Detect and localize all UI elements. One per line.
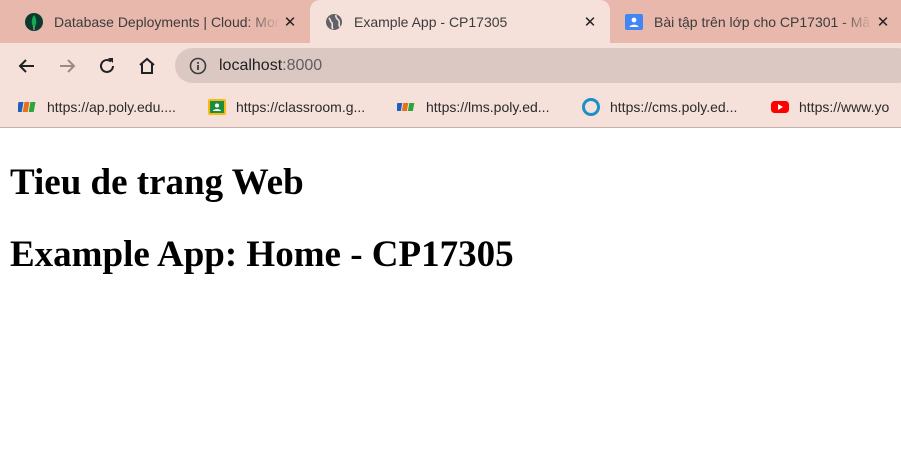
bookmarks-bar: https://ap.poly.edu.... https://classroo… bbox=[0, 88, 901, 128]
tab-title: Bài tập trên lớp cho CP17301 - Mã bbox=[654, 13, 871, 30]
browser-chrome: Database Deployments | Cloud: MongoDB Cl… bbox=[0, 0, 901, 128]
close-icon[interactable]: ✕ bbox=[580, 12, 600, 32]
forward-button[interactable] bbox=[52, 51, 82, 81]
circle-icon bbox=[581, 98, 601, 116]
fpt-icon bbox=[18, 98, 38, 116]
youtube-icon bbox=[770, 98, 790, 116]
bookmark-youtube[interactable]: https://www.yo bbox=[770, 96, 889, 118]
page-content: Tieu de trang Web Example App: Home - CP… bbox=[0, 129, 901, 453]
tab-title: Example App - CP17305 bbox=[354, 13, 508, 30]
tab-database-deployments[interactable]: Database Deployments | Cloud: MongoDB Cl… bbox=[0, 0, 310, 43]
url-text[interactable]: localhost:8000 bbox=[219, 57, 322, 75]
close-icon[interactable]: ✕ bbox=[873, 12, 893, 32]
arrow-right-icon bbox=[60, 59, 76, 73]
bookmark-label: https://ap.poly.edu.... bbox=[47, 99, 176, 115]
close-icon[interactable]: ✕ bbox=[280, 12, 300, 32]
bookmark-label: https://classroom.g... bbox=[236, 99, 366, 115]
page-subtitle: Example App: Home - CP17305 bbox=[10, 234, 514, 275]
info-icon[interactable] bbox=[189, 57, 207, 75]
tab-title: Database Deployments | Cloud: MongoDB Cl… bbox=[54, 13, 280, 30]
bookmark-lms-poly[interactable]: https://lms.poly.ed... bbox=[397, 96, 549, 118]
url-port: :8000 bbox=[282, 56, 323, 74]
home-icon bbox=[139, 57, 155, 74]
tab-strip: Database Deployments | Cloud: MongoDB Cl… bbox=[0, 0, 901, 43]
bookmark-label: https://lms.poly.ed... bbox=[426, 99, 550, 115]
reload-icon bbox=[100, 58, 114, 73]
address-bar[interactable]: localhost:8000 bbox=[175, 48, 901, 83]
classroom-icon bbox=[624, 12, 644, 32]
toolbar: localhost:8000 bbox=[0, 43, 901, 88]
bookmark-label: https://www.yo bbox=[799, 99, 890, 115]
mongodb-leaf-icon bbox=[24, 12, 44, 32]
classroom-icon bbox=[207, 98, 227, 116]
back-button[interactable] bbox=[12, 51, 42, 81]
bookmark-ap-poly[interactable]: https://ap.poly.edu.... bbox=[18, 96, 176, 118]
arrow-left-icon bbox=[18, 59, 34, 73]
reload-button[interactable] bbox=[92, 51, 122, 81]
bookmark-classroom[interactable]: https://classroom.g... bbox=[207, 96, 365, 118]
fpt-icon bbox=[397, 98, 417, 116]
url-host: localhost bbox=[219, 56, 283, 74]
globe-icon bbox=[324, 12, 344, 32]
home-button[interactable] bbox=[132, 51, 162, 81]
bookmark-cms-poly[interactable]: https://cms.poly.ed... bbox=[581, 96, 737, 118]
tab-classroom[interactable]: Bài tập trên lớp cho CP17301 - Mã ✕ bbox=[610, 0, 901, 43]
page-title: Tieu de trang Web bbox=[10, 162, 304, 203]
tab-example-app[interactable]: Example App - CP17305 ✕ bbox=[310, 0, 610, 43]
bookmark-label: https://cms.poly.ed... bbox=[610, 99, 738, 115]
